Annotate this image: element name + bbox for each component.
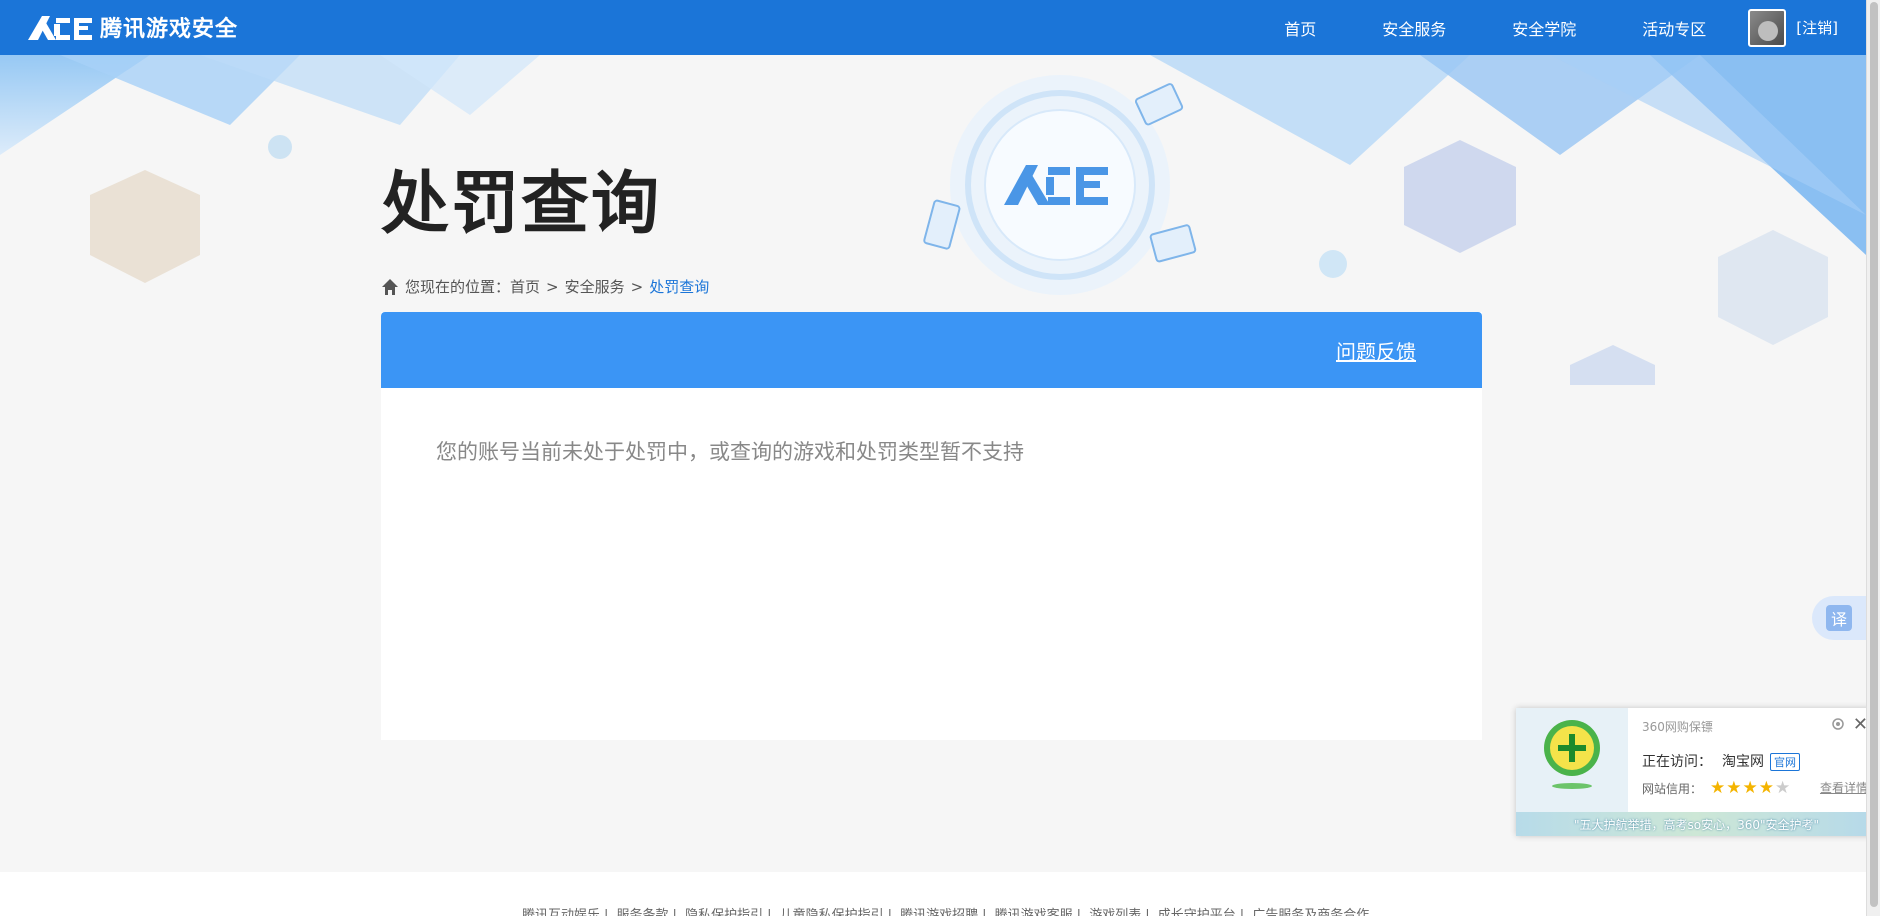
translate-label: 译: [1826, 605, 1852, 631]
breadcrumb-item-security-service[interactable]: 安全服务: [565, 276, 625, 297]
footer-link[interactable]: 游戏列表: [1089, 908, 1141, 916]
logout-link[interactable]: [注销]: [1796, 17, 1838, 38]
popup-banner-text: "五大护航举措，高考so安心，360"安全护考": [1574, 817, 1820, 832]
footer: 腾讯互动娱乐 | 服务条款 | 隐私保护指引 | 儿童隐私保护指引 | 腾讯游戏招聘 | …: [0, 872, 1866, 916]
popup-credit: 网站信用： ★★★★★: [1642, 778, 1791, 798]
brand-name: 腾讯游戏安全: [100, 17, 239, 42]
nav-item-home[interactable]: 首页: [1284, 16, 1316, 40]
empty-result-message: 您的账号当前未处于处罚中，或查询的游戏和处罚类型暂不支持: [436, 440, 1024, 464]
credit-label: 网站信用：: [1642, 781, 1703, 796]
view-detail-link[interactable]: 查看详情: [1820, 779, 1868, 796]
breadcrumb-item-current[interactable]: 处罚查询: [649, 276, 709, 297]
panel-header: 问题反馈: [381, 312, 1482, 388]
footer-link[interactable]: 广告服务及商务合作: [1252, 908, 1369, 916]
nav-item-security-service[interactable]: 安全服务: [1382, 16, 1446, 40]
result-panel: 问题反馈 您的账号当前未处于处罚中，或查询的游戏和处罚类型暂不支持: [381, 312, 1482, 740]
credit-rating-stars: ★★★★★: [1710, 778, 1792, 798]
ace-logo-icon: [28, 16, 92, 40]
visiting-site: 淘宝网: [1722, 754, 1764, 770]
gear-icon[interactable]: [1830, 716, 1846, 732]
footer-link[interactable]: 成长守护平台: [1158, 908, 1236, 916]
popup-banner[interactable]: "五大护航举措，高考so安心，360"安全护考": [1516, 812, 1876, 836]
breadcrumb-separator: >: [630, 277, 644, 296]
main-nav: 首页 安全服务 安全学院 活动专区 [注销]: [1284, 0, 1866, 55]
shield-plus-icon: [1544, 720, 1600, 789]
page-title: 处罚查询: [381, 165, 662, 244]
feedback-link[interactable]: 问题反馈: [1336, 336, 1416, 365]
footer-link[interactable]: 儿童隐私保护指引: [780, 908, 884, 916]
breadcrumb: 您现在的位置： 首页 > 安全服务 > 处罚查询: [381, 276, 709, 297]
footer-links: 腾讯互动娱乐 | 服务条款 | 隐私保护指引 | 儿童隐私保护指引 | 腾讯游戏招聘 | …: [518, 904, 1373, 916]
home-icon: [382, 278, 398, 295]
breadcrumb-separator: >: [546, 277, 559, 296]
footer-link[interactable]: 腾讯互动娱乐: [522, 908, 600, 916]
scrollbar-thumb[interactable]: [1870, 2, 1878, 907]
shopping-guard-popup: 360网购保镖 ✕ 正在访问： 淘宝网 官网 网站信用： ★★★★★ 查看详情 "五…: [1516, 708, 1876, 836]
ace-logo[interactable]: 腾讯游戏安全: [26, 12, 238, 42]
footer-link[interactable]: 隐私保护指引: [685, 908, 763, 916]
official-badge: 官网: [1770, 753, 1800, 771]
breadcrumb-item-home[interactable]: 首页: [510, 276, 540, 297]
footer-link[interactable]: 腾讯游戏客服: [995, 908, 1073, 916]
user-avatar[interactable]: [1748, 8, 1787, 47]
top-header: 腾讯游戏安全 首页 安全服务 安全学院 活动专区 [注销]: [0, 0, 1866, 55]
nav-item-events[interactable]: 活动专区: [1642, 16, 1706, 40]
footer-link[interactable]: 腾讯游戏招聘: [900, 908, 978, 916]
popup-illustration: [1516, 708, 1628, 812]
vertical-scrollbar[interactable]: [1866, 0, 1880, 916]
breadcrumb-prefix: 您现在的位置：: [405, 278, 511, 296]
nav-item-security-academy[interactable]: 安全学院: [1512, 16, 1576, 40]
popup-brand: 360网购保镖: [1642, 720, 1713, 734]
popup-visiting: 正在访问： 淘宝网 官网: [1642, 751, 1800, 771]
translate-button[interactable]: 译: [1812, 596, 1866, 640]
visiting-label: 正在访问：: [1642, 754, 1712, 770]
footer-link[interactable]: 服务条款: [617, 908, 669, 916]
